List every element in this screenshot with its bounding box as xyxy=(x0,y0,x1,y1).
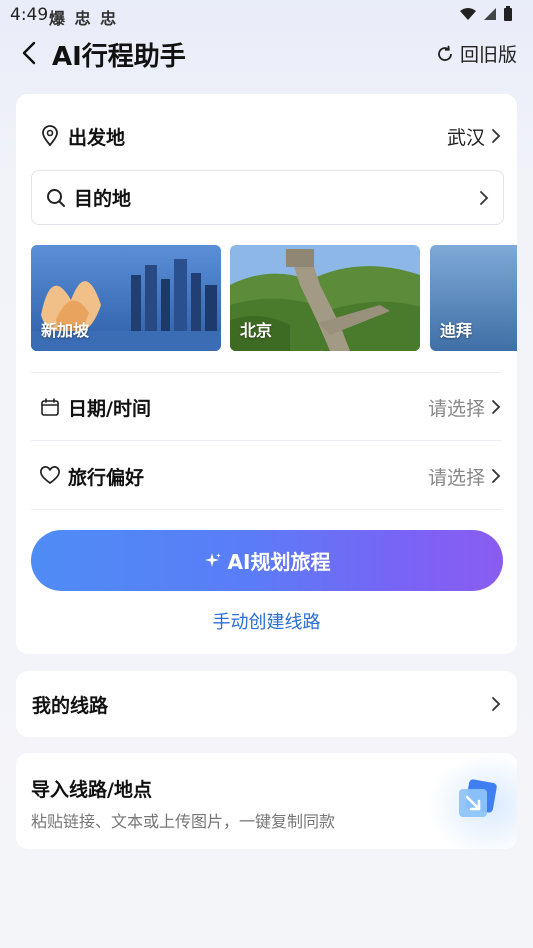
wifi-icon xyxy=(460,8,476,20)
import-route-card[interactable]: 导入线路/地点 粘贴链接、文本或上传图片，一键复制同款 xyxy=(16,753,517,849)
sparkle-icon xyxy=(204,552,221,567)
header: AI行程助手 回旧版 xyxy=(0,30,533,78)
search-icon xyxy=(47,188,65,207)
chevron-right-icon xyxy=(492,400,501,414)
city-name: 迪拜 xyxy=(440,321,473,340)
departure-value: 武汉 xyxy=(446,126,485,149)
status-indicators xyxy=(459,6,513,22)
ai-plan-trip-button[interactable]: AI规划旅程 xyxy=(31,530,503,591)
destination-input[interactable]: 目的地 xyxy=(31,170,504,225)
departure-label: 出发地 xyxy=(68,126,126,149)
date-time-value: 请选择 xyxy=(427,397,485,420)
destination-label: 目的地 xyxy=(74,188,132,210)
back-button[interactable] xyxy=(14,38,44,68)
battery-icon xyxy=(504,6,512,21)
back-arrow-icon xyxy=(22,41,36,65)
status-bar: 4:49 爆 忠 忠 xyxy=(0,0,533,30)
ai-plan-trip-label: AI规划旅程 xyxy=(227,550,331,574)
divider xyxy=(31,372,502,373)
travel-preference-row[interactable]: 旅行偏好 请选择 xyxy=(16,446,517,506)
departure-row[interactable]: 出发地 武汉 xyxy=(16,114,517,158)
import-icon xyxy=(459,779,497,817)
divider xyxy=(31,509,502,510)
import-title: 导入线路/地点 xyxy=(31,779,152,801)
city-name: 北京 xyxy=(240,321,273,340)
trip-planner-card: 出发地 武汉 目的地 新加坡 北京 迪拜 日期/时间 请选择 旅行偏好 请选择 … xyxy=(16,94,517,654)
heart-icon xyxy=(40,466,60,485)
notification-icons: 爆 忠 忠 xyxy=(49,9,119,28)
chevron-right-icon xyxy=(492,697,501,711)
date-time-label: 日期/时间 xyxy=(68,397,151,420)
refresh-icon xyxy=(438,45,452,61)
calendar-icon xyxy=(41,398,59,416)
chevron-right-icon xyxy=(492,469,501,483)
my-routes-row[interactable]: 我的线路 xyxy=(16,671,517,737)
date-time-row[interactable]: 日期/时间 请选择 xyxy=(16,377,517,437)
my-routes-label: 我的线路 xyxy=(32,694,109,717)
divider xyxy=(31,440,502,441)
import-description: 粘贴链接、文本或上传图片，一键复制同款 xyxy=(31,812,336,831)
manual-create-route-link[interactable]: 手动创建线路 xyxy=(16,608,517,634)
city-card-singapore[interactable]: 新加坡 xyxy=(31,245,221,351)
travel-preference-value: 请选择 xyxy=(427,466,485,489)
status-time: 4:49 xyxy=(10,5,49,25)
chevron-right-icon xyxy=(492,129,501,143)
city-card-beijing[interactable]: 北京 xyxy=(230,245,420,351)
page-title: AI行程助手 xyxy=(52,42,186,72)
city-carousel[interactable]: 新加坡 北京 迪拜 xyxy=(31,245,517,352)
location-pin-icon xyxy=(42,125,58,147)
revert-old-version-button[interactable]: 回旧版 xyxy=(436,40,517,67)
chevron-right-icon xyxy=(480,190,489,205)
signal-icon xyxy=(484,8,496,20)
travel-preference-label: 旅行偏好 xyxy=(68,466,145,489)
revert-label: 回旧版 xyxy=(459,44,517,66)
city-name: 新加坡 xyxy=(41,321,90,340)
city-card-dubai[interactable]: 迪拜 xyxy=(430,245,517,351)
